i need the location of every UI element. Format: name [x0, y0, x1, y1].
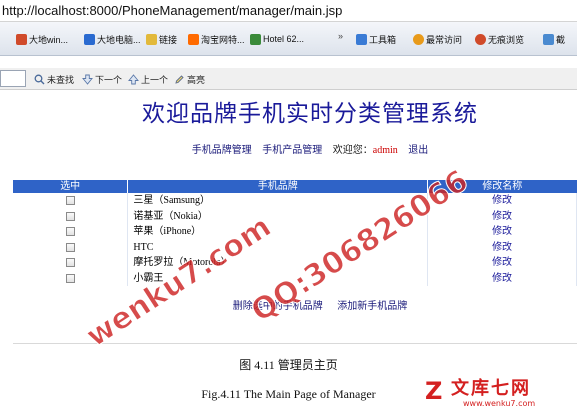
- select-cell: [13, 239, 129, 255]
- edit-cell: 修改: [427, 208, 577, 224]
- favorite-label: 淘宝网特...: [201, 34, 245, 45]
- brand-name: 三星（Samsung）: [127, 193, 429, 209]
- taobao-icon: [188, 33, 199, 45]
- edit-cell: 修改: [427, 224, 577, 240]
- logout-link[interactable]: 退出: [408, 145, 428, 156]
- welcome-text: 欢迎您：admin: [333, 145, 398, 156]
- favorite-label: 链接: [159, 34, 178, 45]
- figure-caption-cn: 图 4.11 管理员主页: [239, 358, 338, 372]
- table-actions: 删除选中的手机品牌 添加新手机品牌: [190, 297, 450, 312]
- screenshot-label: 截: [556, 34, 566, 45]
- favorite-item-2[interactable]: 大地电脑...: [84, 31, 141, 47]
- add-brand-link[interactable]: 添加新手机品牌: [337, 301, 407, 312]
- find-prev-label: 上一个: [141, 74, 169, 85]
- private-browsing-button[interactable]: 无痕浏览: [475, 31, 524, 47]
- table-row: 诺基亚（Nokia） 修改: [13, 208, 577, 224]
- edit-link[interactable]: 修改: [492, 195, 512, 206]
- arrow-up-icon: [128, 73, 139, 84]
- select-cell: [13, 270, 129, 286]
- logo-mark: Z: [425, 377, 443, 405]
- url-text[interactable]: http://localhost:8000/PhoneManagement/ma…: [2, 3, 342, 18]
- row-checkbox[interactable]: [65, 258, 75, 268]
- find-next-button[interactable]: 下一个: [82, 72, 122, 86]
- favorites-bar: 大地win... 大地电脑... 链接 淘宝网特... Hotel 62... …: [0, 22, 577, 56]
- favorite-item-3[interactable]: 链接: [146, 31, 177, 47]
- edit-link[interactable]: 修改: [492, 211, 512, 222]
- edit-link[interactable]: 修改: [492, 257, 512, 268]
- logo-url: www.wenku7.com: [463, 399, 536, 408]
- find-input[interactable]: [0, 70, 26, 87]
- product-management-link[interactable]: 手机产品管理: [262, 145, 322, 156]
- find-prev-button[interactable]: 上一个: [128, 72, 168, 86]
- highlight-button[interactable]: 高亮: [174, 72, 205, 86]
- select-cell: [13, 193, 129, 209]
- welcome-label: 欢迎您：: [332, 145, 373, 156]
- row-checkbox[interactable]: [65, 196, 75, 206]
- row-checkbox[interactable]: [65, 227, 75, 237]
- find-status-label: 未查找: [47, 74, 75, 85]
- arrow-down-icon: [82, 74, 93, 85]
- edit-cell: 修改: [427, 255, 577, 271]
- favorite-label: 大地win...: [29, 34, 69, 45]
- edit-cell: 修改: [427, 270, 577, 286]
- logo-text: 文库七网: [451, 378, 531, 399]
- select-cell: [13, 255, 129, 271]
- address-bar[interactable]: http://localhost:8000/PhoneManagement/ma…: [0, 0, 577, 22]
- user-name: admin: [372, 145, 398, 156]
- table-row: HTC 修改: [13, 239, 577, 255]
- search-icon: [34, 74, 45, 84]
- find-next-label: 下一个: [95, 74, 123, 85]
- edit-link[interactable]: 修改: [492, 226, 512, 237]
- column-header-brand: 手机品牌: [127, 180, 429, 193]
- brand-management-link[interactable]: 手机品牌管理: [192, 145, 252, 156]
- favorite-item-1[interactable]: 大地win...: [16, 31, 68, 47]
- toolbox-label: 工具箱: [369, 34, 397, 45]
- privacy-icon: [475, 33, 486, 45]
- table-header-row: 选中 手机品牌 修改名称: [13, 180, 577, 193]
- select-cell: [13, 224, 129, 240]
- column-header-select: 选中: [13, 180, 129, 193]
- favorite-label: Hotel 62...: [263, 34, 305, 44]
- select-cell: [13, 208, 129, 224]
- find-status: 未查找: [34, 72, 74, 86]
- favorite-label: 大地电脑...: [97, 34, 141, 45]
- find-bar: 未查找 下一个 上一个 高亮: [0, 68, 577, 90]
- screenshot-icon: [543, 33, 554, 45]
- wenku7-logo: Z 文库七网 www.wenku7.com: [425, 379, 575, 409]
- pencil-icon: [175, 74, 184, 84]
- folder-icon: [146, 33, 157, 45]
- highlight-label: 高亮: [187, 74, 206, 85]
- page-title: 欢迎品牌手机实时分类管理系统: [142, 101, 478, 127]
- page-icon: [16, 33, 27, 45]
- most-visited-button[interactable]: 最常访问: [413, 31, 462, 47]
- table-row: 苹果（iPhone） 修改: [13, 224, 577, 240]
- top-navigation: 手机品牌管理 手机产品管理 欢迎您：admin 退出: [150, 141, 470, 156]
- private-browsing-label: 无痕浏览: [488, 34, 525, 45]
- table-row: 三星（Samsung） 修改: [13, 193, 577, 209]
- edit-link[interactable]: 修改: [492, 273, 512, 284]
- edit-link[interactable]: 修改: [492, 242, 512, 253]
- toolbox-button[interactable]: 工具箱: [356, 31, 396, 47]
- screenshot-button[interactable]: 截: [543, 31, 565, 47]
- toolbox-icon: [356, 33, 367, 45]
- page-icon: [84, 33, 95, 45]
- favorite-item-5[interactable]: Hotel 62...: [250, 31, 304, 47]
- row-checkbox[interactable]: [65, 211, 75, 221]
- favorite-item-4[interactable]: 淘宝网特...: [188, 31, 245, 47]
- edit-cell: 修改: [427, 239, 577, 255]
- page-icon: [250, 33, 261, 45]
- overflow-chevron-icon[interactable]: »: [338, 31, 343, 41]
- star-icon: [413, 33, 424, 45]
- row-checkbox[interactable]: [65, 273, 75, 283]
- row-checkbox[interactable]: [65, 242, 75, 252]
- most-visited-label: 最常访问: [426, 34, 463, 45]
